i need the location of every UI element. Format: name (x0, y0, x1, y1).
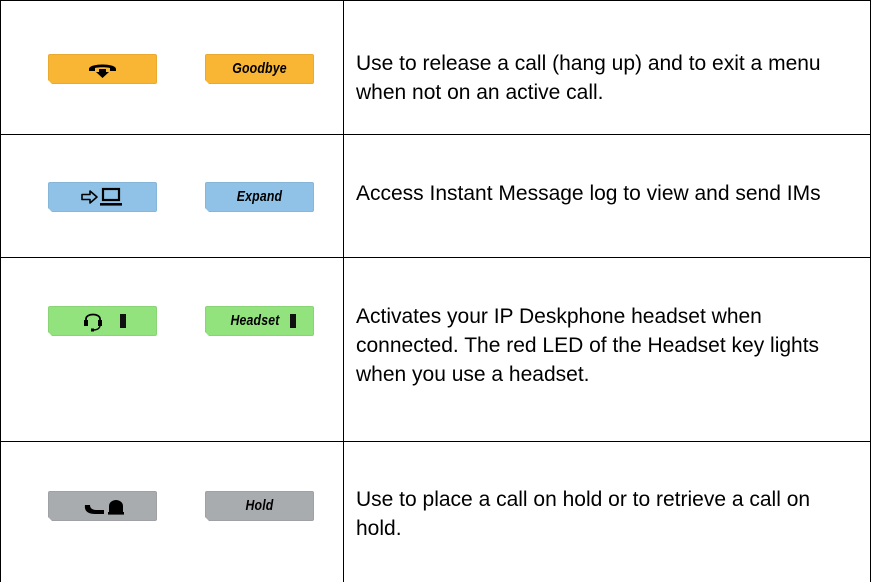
goodbye-key[interactable]: Goodbye (205, 54, 314, 84)
goodbye-description: Use to release a call (hang up) and to e… (356, 52, 821, 104)
hold-icon-key[interactable] (48, 491, 157, 521)
table-row-goodbye: Goodbye Use to release a call (hang up) … (0, 0, 871, 134)
led-indicator-icon (290, 314, 296, 328)
expand-key[interactable]: Expand (205, 182, 314, 212)
goodbye-icon-key[interactable] (48, 54, 157, 84)
goodbye-key-label: Goodbye (232, 60, 287, 77)
key-reference-table: Goodbye Use to release a call (hang up) … (0, 0, 871, 582)
table-row-hold: Hold Use to place a call on hold or to r… (0, 442, 871, 582)
expand-icon-key[interactable] (48, 182, 157, 212)
headset-description: Activates your IP Deskphone headset when… (356, 305, 820, 386)
hold-key-label: Hold (245, 497, 274, 514)
expand-description: Access Instant Message log to view and s… (356, 182, 821, 205)
hold-icon (48, 491, 157, 521)
table-row-expand: Expand Access Instant Message log to vie… (0, 135, 871, 257)
headset-key-label: Headset (230, 312, 280, 329)
led-indicator-icon (120, 314, 126, 328)
headset-key[interactable]: Headset (205, 306, 314, 336)
hang-up-icon (48, 54, 157, 84)
hold-key[interactable]: Hold (205, 491, 314, 521)
expand-key-label: Expand (236, 188, 283, 205)
headset-icon (48, 306, 157, 336)
table-row-headset: Headset Activates your IP Deskphone head… (0, 258, 871, 441)
headset-icon-key[interactable] (48, 306, 157, 336)
expand-to-screen-icon (48, 182, 157, 212)
hold-description: Use to place a call on hold or to retrie… (356, 488, 811, 540)
